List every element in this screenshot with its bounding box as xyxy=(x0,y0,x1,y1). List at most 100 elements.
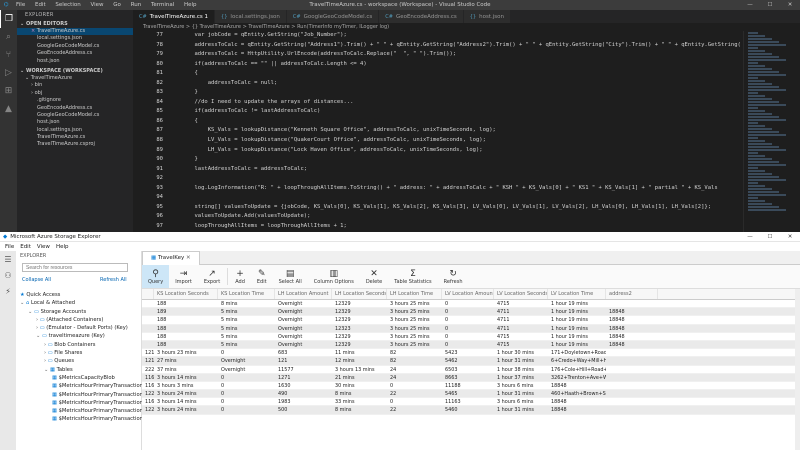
edit-button[interactable]: ✎ Edit xyxy=(251,265,273,288)
connect-icon[interactable]: ⚇ xyxy=(0,267,16,283)
code-line[interactable]: LH_Vals = lookupDistance("Lock Haven Off… xyxy=(168,146,743,156)
manage-accounts-icon[interactable]: ☰ xyxy=(0,251,16,267)
code-line[interactable]: //do I need to update the arrays of dist… xyxy=(168,98,743,108)
tree-item[interactable]: ★ Quick Access xyxy=(16,291,142,299)
tree-item[interactable]: › ▭ Blob Containers xyxy=(16,341,142,349)
close-icon[interactable]: ✕ xyxy=(780,2,800,8)
menu-run[interactable]: Run xyxy=(131,2,142,8)
tree-item[interactable]: ▦ $MetricsHourPrimaryTransactions xyxy=(16,399,146,407)
add-button[interactable]: + Add xyxy=(229,265,251,288)
code-line[interactable] xyxy=(168,193,743,203)
code-editor[interactable]: var jobCode = qEntity.GetString("Job_Num… xyxy=(168,31,743,232)
code-line[interactable]: log.LogInformation("R: " + loopThroughAl… xyxy=(168,184,743,194)
menu-view[interactable]: View xyxy=(90,2,103,8)
table-row[interactable]: 122313 hours 24 mins 0 490 8 mins 22 5465 1 ho… xyxy=(142,390,800,399)
code-line[interactable]: } xyxy=(168,88,743,98)
maximize-icon[interactable]: ☐ xyxy=(760,234,780,240)
refresh-button[interactable]: ↻ Refresh xyxy=(438,265,469,288)
workspace-file[interactable]: GeoEncodeAddress.cs xyxy=(17,105,133,112)
open-editor-item[interactable]: local.settings.json xyxy=(17,35,133,42)
column-header[interactable]: LH Location Time xyxy=(387,289,442,299)
code-line[interactable]: string[] valuesToUpdate = {jobCode, KS_V… xyxy=(168,203,743,213)
code-line[interactable]: loopThroughAllItems = loopThroughAllItem… xyxy=(168,222,743,232)
workspace-file[interactable]: GoogleGeoCodeModel.cs xyxy=(17,112,133,119)
maximize-icon[interactable]: ☐ xyxy=(760,2,780,8)
tree-item[interactable]: ▦ $MetricsCapacityBlob xyxy=(16,374,142,382)
workspace-file[interactable]: local.settings.json xyxy=(17,127,133,134)
code-line[interactable] xyxy=(168,174,743,184)
table-row[interactable]: 116773 hours 14 mins 0 1983 33 mins 0 11163 3 … xyxy=(142,398,800,407)
column-header[interactable]: address2 xyxy=(606,289,658,299)
close-icon[interactable]: ✕ xyxy=(780,234,800,240)
code-line[interactable]: { xyxy=(168,69,743,79)
menu-terminal[interactable]: Terminal xyxy=(151,2,174,8)
vertical-scrollbar[interactable] xyxy=(795,289,800,450)
code-line[interactable]: if(addressToCalc != lastAddressToCalc) xyxy=(168,107,743,117)
table-row[interactable]: 116223 hours 14 mins 0 1271 21 mins 24 8663 1 … xyxy=(142,373,800,382)
workspace-file[interactable]: .gitignore xyxy=(17,97,133,104)
menu-edit[interactable]: Edit xyxy=(20,244,31,250)
tree-item[interactable]: ⌄ ▦ Tables xyxy=(16,366,142,374)
menu-help[interactable]: Help xyxy=(56,244,69,250)
table-row[interactable]: 121773 hours 23 mins 0 683 11 mins 82 5423 1 h… xyxy=(142,349,800,358)
column-header[interactable]: LV Location Seconds xyxy=(494,289,548,299)
menu-edit[interactable]: Edit xyxy=(35,2,46,8)
collapse-all-link[interactable]: Collapse All xyxy=(22,277,51,283)
open-editors-header[interactable]: ⌄ OPEN EDITORS xyxy=(17,20,133,28)
plug-icon[interactable]: ⚡ xyxy=(0,283,16,299)
column-header[interactable] xyxy=(142,289,154,299)
workspace-file[interactable]: TravelTimeAzure.cs xyxy=(17,134,133,141)
minimap[interactable] xyxy=(743,31,800,232)
table-statistics-button[interactable]: Σ Table Statistics xyxy=(388,265,437,288)
minimize-icon[interactable]: — xyxy=(740,234,760,240)
refresh-all-link[interactable]: Refresh All xyxy=(100,277,127,283)
workspace-file[interactable]: TravelTimeAzure.csproj xyxy=(17,141,133,148)
tree-item[interactable]: › ▭ (Emulator - Default Ports) (Key) xyxy=(16,324,142,332)
workspace-file[interactable]: host.json xyxy=(17,119,133,126)
table-row[interactable]: 188 5 mins Overnight 12329 3 hours 25 mins 0 4… xyxy=(142,316,800,325)
workspace-folder[interactable]: › bin xyxy=(17,82,133,89)
tree-item[interactable]: ⌄ ⌂ Local & Attached xyxy=(16,299,142,307)
tab-geocode-model[interactable]: C# GoogleGeoCodeModel.cs xyxy=(286,10,380,23)
column-header[interactable]: LV Location Time xyxy=(548,289,606,299)
menu-file[interactable]: File xyxy=(16,2,25,8)
code-line[interactable]: addressToCalc = null; xyxy=(168,79,743,89)
tree-item[interactable]: ▦ $MetricsHourPrimaryTransactions xyxy=(16,407,146,415)
azure-icon[interactable]: ▲ xyxy=(0,100,17,118)
select-all-button[interactable]: ▤ Select All xyxy=(273,265,308,288)
tab-travelkey[interactable]: ▦ TravelKey ✕ xyxy=(142,251,200,265)
query-button[interactable]: ⚲ Query xyxy=(142,265,170,288)
run-debug-icon[interactable]: ▷ xyxy=(0,64,17,82)
tab-host-json[interactable]: {} host.json xyxy=(463,10,511,23)
tree-item[interactable]: ⌄ ▭ traveltimeazure (Key) xyxy=(16,332,142,340)
extensions-icon[interactable]: ⊞ xyxy=(0,82,17,100)
tree-item[interactable]: ▦ $MetricsHourPrimaryTransactions xyxy=(16,415,146,423)
search-icon[interactable]: ⌕ xyxy=(0,28,17,46)
code-line[interactable]: } xyxy=(168,155,743,165)
minimize-icon[interactable]: — xyxy=(740,2,760,8)
close-tab-icon[interactable]: ✕ xyxy=(186,255,191,261)
table-row[interactable]: 188 5 mins Overnight 12323 3 hours 25 mins 0 4… xyxy=(142,324,800,333)
code-line[interactable]: addressToCalc = HttpUtility.UrlEncode(ad… xyxy=(168,50,743,60)
column-header[interactable]: LH Location Seconds xyxy=(332,289,387,299)
table-row[interactable]: 122403 hours 24 mins 0 500 8 mins 22 5460 1 ho… xyxy=(142,406,800,415)
tree-item[interactable]: ▦ $MetricsHourPrimaryTransactions xyxy=(16,382,146,390)
tree-item[interactable]: › ▭ Queues xyxy=(16,357,142,365)
tree-item[interactable]: › ▭ (Attached Containers) xyxy=(16,316,142,324)
table-row[interactable]: 121327 mins Overnight 121 12 mins 82 5462 1 ho… xyxy=(142,357,800,366)
menu-file[interactable]: File xyxy=(5,244,14,250)
code-line[interactable]: valuesToUpdate.Add(valuesToUpdate); xyxy=(168,212,743,222)
table-row[interactable]: 116123 hours 3 mins 0 1630 30 mins 0 11188 3 h… xyxy=(142,382,800,391)
menu-selection[interactable]: Selection xyxy=(55,2,80,8)
tab-traveltimeazure[interactable]: C# TravelTimeAzure.cs 1 xyxy=(133,10,216,23)
breadcrumb[interactable]: TravelTimeAzure > {} TravelTimeAzure > T… xyxy=(133,23,800,31)
menu-go[interactable]: Go xyxy=(113,2,121,8)
open-editor-item[interactable]: GeoEncodeAddress.cs xyxy=(17,50,133,57)
code-line[interactable]: lastAddressToCalc = addressToCalc; xyxy=(168,165,743,175)
code-line[interactable]: LV_Vals = lookupDistance("QuakerCourt Of… xyxy=(168,136,743,146)
table-row[interactable]: 188 5 mins Overnight 12329 3 hours 25 mins 0 4… xyxy=(142,340,800,350)
tree-item[interactable]: ▦ $MetricsHourPrimaryTransactions xyxy=(16,391,146,399)
code-line[interactable]: var jobCode = qEntity.GetString("Job_Num… xyxy=(168,31,743,41)
search-resources-input[interactable] xyxy=(22,263,128,272)
menu-view[interactable]: View xyxy=(37,244,50,250)
